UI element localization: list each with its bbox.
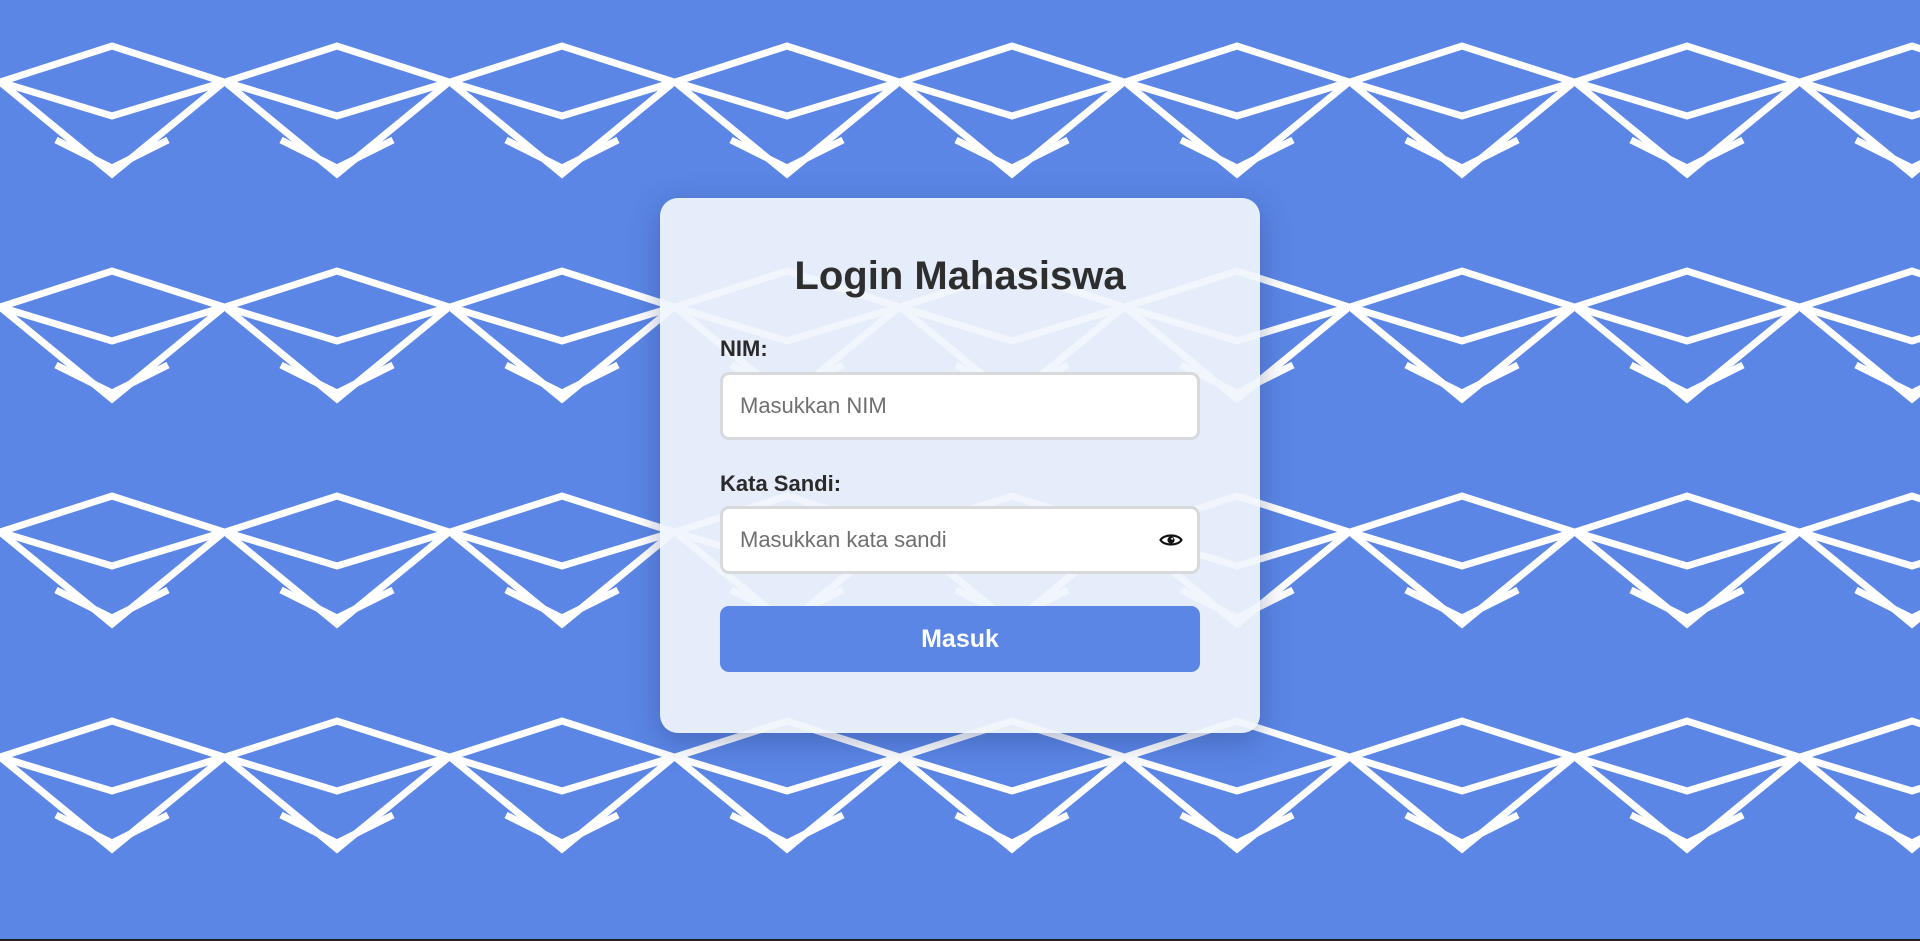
eye-icon[interactable] — [1159, 531, 1183, 549]
password-input[interactable] — [723, 509, 1197, 571]
page-title: Login Mahasiswa — [794, 254, 1126, 298]
login-button[interactable]: Masuk — [720, 606, 1200, 672]
nim-field-container — [720, 372, 1200, 440]
nim-input[interactable] — [723, 375, 1197, 437]
password-field-container — [720, 506, 1200, 574]
nim-label: NIM: — [720, 336, 768, 361]
login-card: Login Mahasiswa NIM: Kata Sandi: Masuk — [660, 198, 1260, 733]
password-label: Kata Sandi: — [720, 471, 842, 496]
